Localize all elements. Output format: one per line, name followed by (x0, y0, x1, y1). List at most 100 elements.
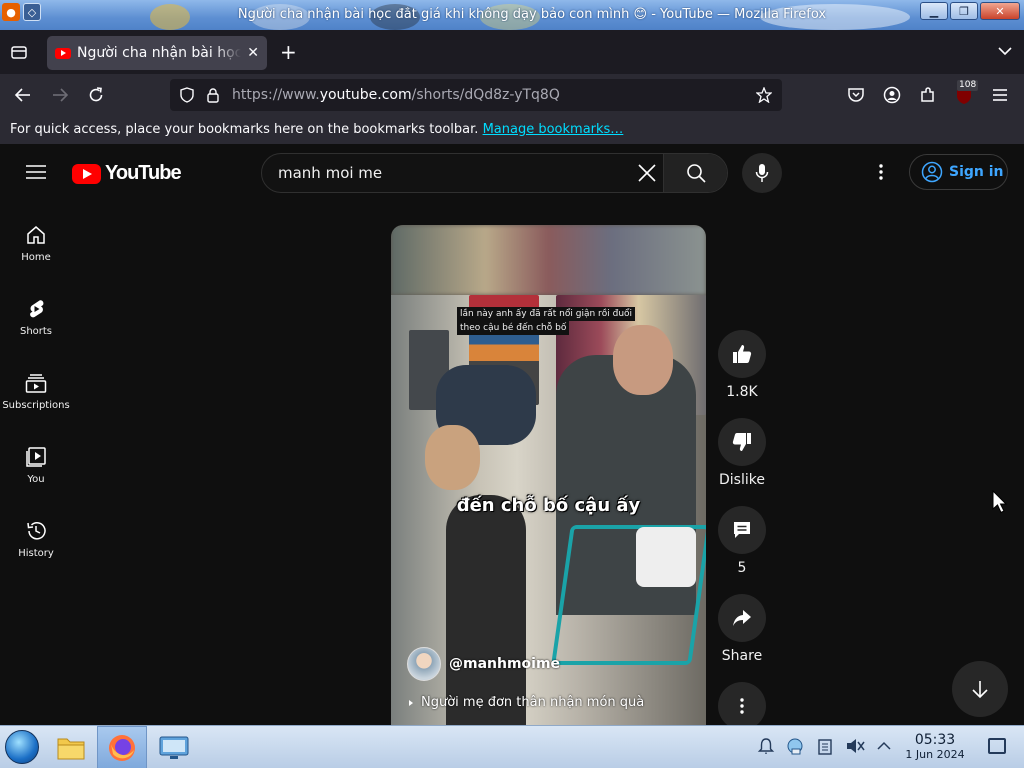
clipboard-icon (818, 739, 832, 755)
chevron-down-icon[interactable] (998, 46, 1012, 56)
mouse-cursor-icon (992, 490, 1008, 514)
window-title: Người cha nhận bài học đắt giá khi không… (237, 7, 827, 22)
history-icon (27, 522, 46, 540)
extensions-icon[interactable] (919, 86, 937, 104)
sidebar-item-home[interactable]: Home (0, 202, 72, 276)
address-bar[interactable]: https://www.youtube.com/shorts/dQd8z-yTq… (170, 79, 782, 111)
next-short-button[interactable] (952, 661, 1008, 717)
sidebar-item-label: Home (21, 252, 51, 263)
short-video-player[interactable]: lần này anh ấy đã rất nổi giận rồi đuổi … (391, 225, 706, 725)
more-options-icon[interactable] (871, 162, 891, 182)
short-more-button[interactable] (718, 682, 766, 725)
url-path: /shorts/dQd8z-yTq8Q (411, 87, 560, 103)
clear-search-icon[interactable] (638, 164, 656, 182)
voice-search-button[interactable] (742, 153, 782, 193)
reload-icon[interactable] (87, 86, 105, 104)
new-tab-button[interactable]: + (280, 42, 297, 62)
close-tab-icon[interactable]: ✕ (247, 45, 259, 61)
youtube-logo[interactable]: YouTube (72, 162, 182, 185)
man-head (613, 325, 673, 395)
thumbs-down-icon (732, 433, 751, 451)
pocket-icon[interactable] (847, 87, 865, 103)
dislike-label: Dislike (719, 472, 765, 488)
microphone-icon (755, 164, 769, 182)
tray-volume[interactable] (845, 736, 865, 756)
thumbs-up-icon (733, 345, 752, 363)
arrow-down-icon (972, 681, 988, 699)
lock-icon[interactable] (206, 87, 220, 103)
window-controls: ▁ ❐ ✕ (920, 2, 1020, 20)
window-menu-icon[interactable]: ◇ (23, 3, 41, 21)
bookmarks-toolbar: For quick access, place your bookmarks h… (0, 116, 1024, 144)
sidebar-item-label: Shorts (19, 326, 53, 337)
sidebar-item-label: Subscriptions (2, 400, 70, 411)
sidebar-item-you[interactable]: You (0, 424, 72, 498)
navigation-toolbar: https://www.youtube.com/shorts/dQd8z-yTq… (0, 74, 1024, 116)
share-button[interactable] (718, 594, 766, 642)
channel-handle[interactable]: @manhmoime (449, 656, 560, 672)
share-icon (733, 610, 751, 626)
comment-count: 5 (737, 560, 747, 576)
firefox-icon[interactable]: ● (2, 3, 20, 21)
tab-title: Người cha nhận bài học đắt giá khi không… (77, 45, 242, 61)
dislike-button[interactable] (718, 418, 766, 466)
desktop-screen: ● ◇ Người cha nhận bài học đắt giá khi k… (0, 0, 1024, 768)
sidebar-item-label: You (27, 474, 45, 485)
maximize-button[interactable]: ❐ (950, 2, 978, 20)
comments-button[interactable] (718, 506, 766, 554)
tab-strip: Người cha nhận bài học đắt giá khi không… (0, 30, 1024, 74)
search-input[interactable]: manh moi me (278, 164, 382, 182)
sign-in-label: Sign in (949, 164, 1004, 180)
list-all-tabs-icon[interactable] (10, 43, 28, 61)
clock-date: 1 Jun 2024 (905, 748, 965, 761)
account-icon[interactable] (883, 86, 901, 104)
system-clock[interactable]: 05:33 1 Jun 2024 (900, 732, 970, 762)
close-window-button[interactable]: ✕ (980, 2, 1020, 20)
url-domain: youtube.com (319, 87, 412, 103)
like-button[interactable] (718, 330, 766, 378)
share-action: Share (714, 594, 770, 664)
taskbar-remote-desktop[interactable] (149, 726, 199, 768)
short-title[interactable]: Người mẹ đơn thân nhận món quà (409, 695, 644, 710)
sidebar-item-history[interactable]: History (0, 498, 72, 572)
show-desktop-button[interactable] (988, 738, 1006, 754)
boy-figure (446, 495, 526, 725)
bookmark-star-icon[interactable] (756, 87, 772, 103)
tray-network[interactable] (785, 736, 805, 756)
sidebar-item-shorts[interactable]: Shorts (0, 276, 72, 350)
youtube-header: YouTube manh moi me Sign in (0, 144, 1024, 202)
start-button[interactable] (5, 730, 39, 764)
titlebar-app-icons: ● ◇ (2, 3, 41, 21)
clock-time: 05:33 (914, 732, 956, 748)
taskbar: 05:33 1 Jun 2024 (0, 725, 1024, 768)
manage-bookmarks-link[interactable]: Manage bookmarks… (483, 122, 624, 137)
url-prefix: https://www. (232, 87, 320, 103)
minimize-button[interactable]: ▁ (920, 2, 948, 20)
back-icon[interactable] (14, 86, 32, 104)
channel-avatar[interactable] (407, 647, 441, 681)
guide-menu-icon[interactable] (26, 164, 46, 180)
chevron-up-icon (877, 741, 891, 750)
comment-action: 5 (714, 506, 770, 576)
taskbar-firefox[interactable] (97, 726, 147, 768)
forward-icon[interactable] (51, 86, 69, 104)
sidebar-item-subscriptions[interactable]: Subscriptions (0, 350, 72, 424)
search-button[interactable] (663, 154, 727, 192)
home-icon (27, 226, 45, 244)
menu-icon[interactable] (992, 88, 1008, 102)
tray-expand[interactable] (874, 736, 894, 756)
shield-icon[interactable] (179, 87, 195, 103)
tray-alert[interactable] (756, 736, 776, 756)
taskbar-file-manager[interactable] (46, 726, 96, 768)
window-titlebar[interactable]: ● ◇ Người cha nhận bài học đắt giá khi k… (0, 0, 1024, 30)
youtube-play-icon (72, 163, 101, 184)
channel-info[interactable]: @manhmoime (407, 647, 560, 681)
tray-clipboard[interactable] (815, 736, 835, 756)
sign-in-button[interactable]: Sign in (909, 154, 1008, 190)
extension-badge: 108 (957, 80, 979, 91)
video-blurred-background (391, 225, 706, 295)
tab-youtube-short[interactable]: Người cha nhận bài học đắt giá khi không… (47, 36, 267, 70)
firefox-icon (109, 734, 135, 761)
volume-muted-icon (847, 739, 865, 753)
video-subtitle-line: theo cậu bé đến chỗ bố (457, 321, 570, 335)
